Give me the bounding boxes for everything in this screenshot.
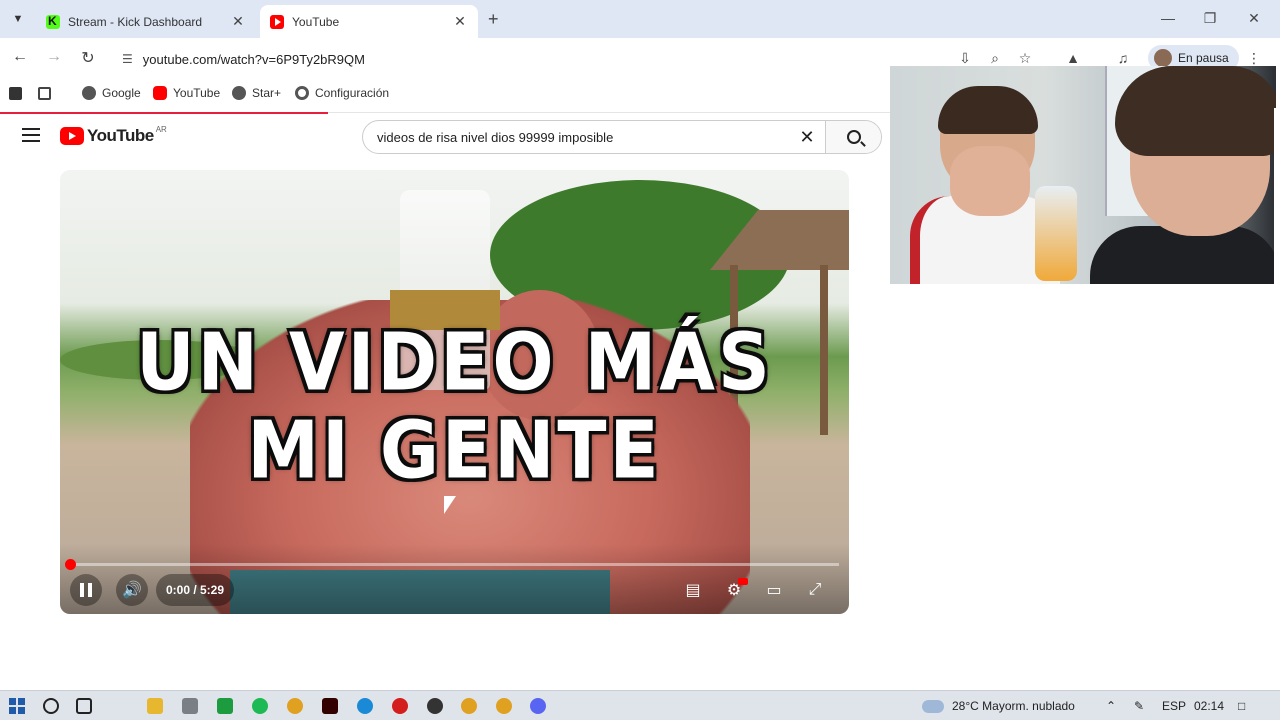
pause-button[interactable] [70,574,102,606]
time-display: 0:00 / 5:29 [156,574,234,606]
close-icon[interactable]: ✕ [230,13,246,30]
page-scrollbar[interactable] [1274,108,1280,690]
calculator-icon[interactable] [182,698,198,714]
discord-icon[interactable] [530,698,546,714]
video-progress-bar[interactable] [65,559,839,570]
reload-icon[interactable]: ↻ [78,48,98,68]
apps-grid-icon[interactable] [38,87,51,100]
video-player[interactable]: UN VIDEO MÁS MI GENTE 🔊 0:00 / 5:29 ▤ ⚙ … [60,170,849,614]
tab-youtube[interactable]: YouTube ✕ [260,5,478,38]
opera-icon[interactable] [392,698,408,714]
fullscreen-icon[interactable]: ⤢ [799,574,831,606]
search-bar[interactable]: videos de risa nivel dios 99999 imposibl… [362,120,882,154]
bookmark-label: YouTube [173,86,221,100]
youtube-logo[interactable]: YouTube AR [60,124,167,146]
page-load-progress [0,112,328,114]
subtitles-icon[interactable]: ▤ [677,574,709,606]
bookmark-configuracion[interactable]: Configuración [295,86,389,100]
webcam-overlay [890,66,1276,284]
back-icon[interactable]: ← [10,48,30,66]
weather-cloud-icon [922,700,944,713]
new-tab-button[interactable]: + [488,9,499,30]
close-icon[interactable]: ✕ [452,13,468,30]
webcam-person-left-hair [938,86,1038,134]
search-button[interactable] [825,121,881,153]
windows-start-icon[interactable] [9,698,25,714]
globe-icon [82,86,96,100]
chrome-icon[interactable] [287,698,303,714]
zoom-icon[interactable]: ⌕ [985,50,1005,67]
hamburger-menu-icon[interactable] [22,128,40,142]
webcam-bottle [1035,186,1077,281]
notifications-icon[interactable]: □ [1238,699,1245,713]
bookmark-label: Configuración [315,86,390,100]
kick-favicon-icon [46,14,60,29]
youtube-play-icon [60,127,84,145]
profile-label: En pausa [1178,51,1229,65]
star-icon[interactable]: ☆ [1015,50,1035,67]
mouse-cursor-icon [444,496,456,514]
restore-icon[interactable]: ❐ [1200,10,1220,27]
site-info-icon[interactable]: ☰ [122,52,133,66]
bookmark-google[interactable]: Google [82,86,141,100]
bookmark-label: Star+ [252,86,282,100]
language-indicator[interactable]: ESP [1162,699,1186,713]
youtube-icon [153,86,167,100]
media-control-icon[interactable]: ♫ [1113,50,1133,66]
file-explorer-icon[interactable] [147,698,163,714]
scrubber-handle[interactable] [65,559,76,570]
address-bar[interactable]: ☰ youtube.com/watch?v=6P9Ty2bR9QM [112,44,942,74]
illustrator-icon[interactable] [322,698,338,714]
more-menu-icon[interactable]: ⋮ [1244,50,1264,67]
bookmark-label: Google [102,86,141,100]
avatar [1154,49,1172,67]
chrome-active-icon[interactable] [496,698,512,714]
task-view-icon[interactable] [76,698,92,714]
url-text: youtube.com/watch?v=6P9Ty2bR9QM [142,51,365,67]
webcam-person-right-hair [1115,66,1276,156]
clock[interactable]: 02:14 [1194,699,1224,713]
weather-text[interactable]: 28°C Mayorm. nublado [952,699,1075,713]
tab-kick-dashboard[interactable]: Stream - Kick Dashboard ✕ [36,5,256,38]
logo-text: YouTube [87,126,154,145]
taskbar: 28°C Mayorm. nublado ⌃ ✎ ESP 02:14 □ [0,690,1280,720]
globe-icon [232,86,246,100]
stop-icon[interactable] [9,87,22,100]
webcam-person-left-hands [950,146,1030,216]
obs-icon[interactable] [427,698,443,714]
theater-mode-icon[interactable]: ▭ [758,574,790,606]
tab-search-button[interactable]: ▼ [6,8,30,30]
extensions-icon[interactable]: ▲ [1063,50,1083,66]
forward-icon[interactable]: → [44,48,64,66]
clear-search-icon[interactable]: ✕ [789,127,825,148]
chevron-up-icon[interactable]: ⌃ [1106,699,1116,713]
spreadsheet-app-icon[interactable] [217,698,233,714]
pen-icon[interactable]: ✎ [1134,699,1144,713]
tab-title: YouTube [292,14,340,29]
window-close-icon[interactable]: ✕ [1244,10,1264,27]
search-icon [846,130,861,144]
country-code: AR [155,124,167,134]
gear-icon [295,86,309,100]
hd-badge [738,578,748,585]
edge-icon[interactable] [357,698,373,714]
youtube-favicon-icon [270,14,284,29]
chrome-icon[interactable] [461,698,477,714]
search-input[interactable]: videos de risa nivel dios 99999 imposibl… [363,130,789,145]
spotify-icon[interactable] [252,698,268,714]
video-caption-line1: UN VIDEO MÁS [136,315,773,409]
settings-gear-icon[interactable]: ⚙ [718,574,750,606]
install-icon[interactable]: ⇩ [955,50,975,67]
tab-strip: ▼ Stream - Kick Dashboard ✕ YouTube ✕ + … [0,0,1280,38]
minimize-icon[interactable]: — [1158,10,1178,26]
bookmark-youtube[interactable]: YouTube [153,86,220,100]
tab-title: Stream - Kick Dashboard [68,14,203,29]
volume-icon[interactable]: 🔊 [116,574,148,606]
video-caption-line2: MI GENTE [247,403,662,497]
bookmark-starplus[interactable]: Star+ [232,86,281,100]
search-icon[interactable] [43,698,59,714]
